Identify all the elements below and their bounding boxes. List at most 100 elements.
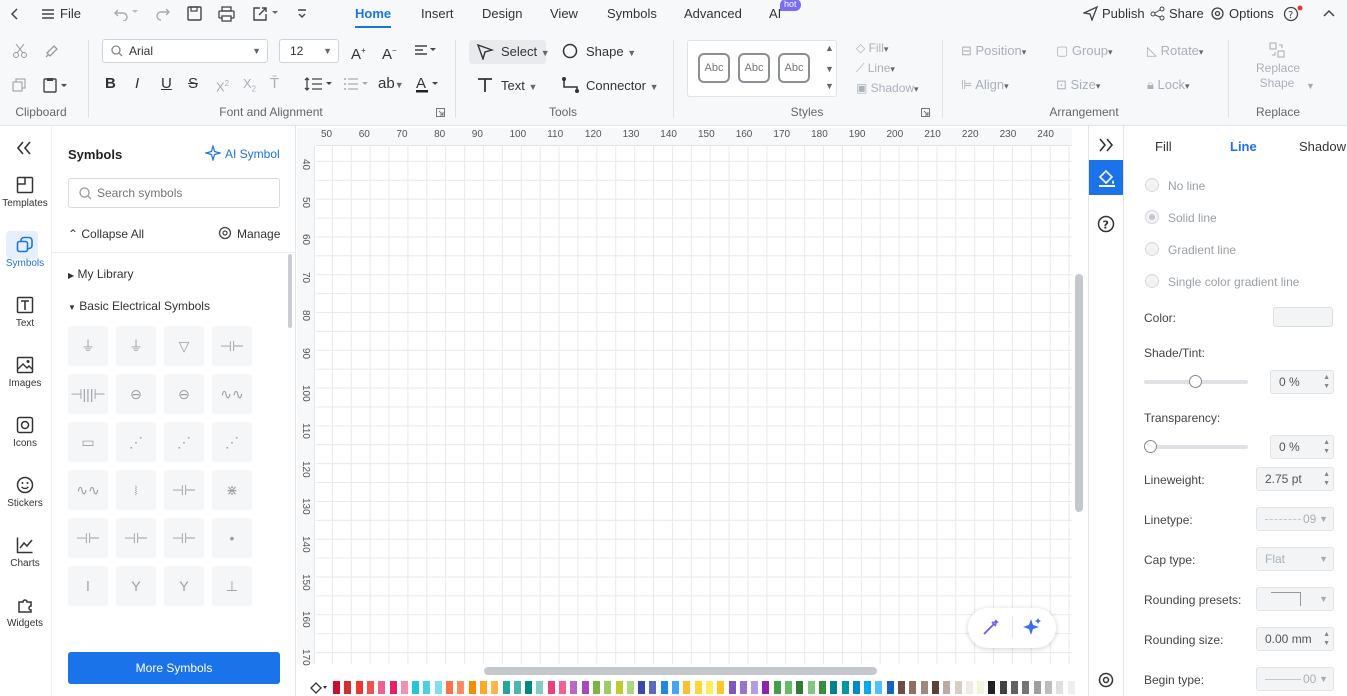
color-picker[interactable] [1273,307,1333,327]
electrical-symbol-item[interactable]: ⊖ [164,374,204,414]
horizontal-scrollbar[interactable] [484,667,877,675]
lock-button[interactable]: 🔒︎ Lock▾ [1147,75,1190,96]
color-swatch[interactable] [592,681,600,694]
align-button[interactable]: ⊫ Align▾ [961,75,1009,96]
electrical-symbol-item[interactable]: ⊣|||⊢ [68,374,108,414]
color-swatch[interactable] [446,681,453,694]
sidebar-item-text[interactable]: Text [0,296,50,329]
group-button[interactable]: ▢ Group▾ [1056,41,1113,62]
strikethrough-icon[interactable]: S [188,74,198,94]
print-icon[interactable] [218,6,235,22]
color-swatch[interactable] [1044,681,1052,694]
color-swatch[interactable] [366,681,374,694]
collapse-all-button[interactable]: ⌃ Collapse All [68,227,144,241]
save-icon[interactable] [187,6,202,21]
rounding-size-field[interactable]: 0.00 mm ▲ ▼ [1256,627,1334,651]
line-spacing-icon[interactable] [304,77,332,91]
color-swatch[interactable] [355,681,363,694]
no-line-radio[interactable] [1145,178,1159,192]
tab-shadow[interactable]: Shadow [1299,139,1346,154]
color-swatch[interactable] [1011,681,1018,694]
color-swatch[interactable] [988,681,996,694]
copy-icon[interactable] [12,78,26,92]
position-button[interactable]: ⊟ Position▾ [961,41,1026,62]
electrical-symbol-item[interactable]: Y [164,566,204,606]
search-symbols-input[interactable] [97,184,267,202]
paste-dropdown-icon[interactable] [61,84,67,88]
color-swatch[interactable] [1022,681,1030,694]
electrical-symbol-item[interactable]: ⋇ [212,470,252,510]
tab-symbols[interactable]: Symbols [607,0,657,28]
sidebar-item-symbols[interactable]: Symbols [0,236,50,269]
fill-button[interactable]: ◇ Fill▾ [856,38,888,59]
collapse-panel-icon[interactable] [16,141,32,155]
replace-shape-button[interactable]: Replace Shape [1256,61,1300,91]
color-swatch[interactable] [559,681,566,694]
color-swatch[interactable] [672,681,679,694]
size-button[interactable]: ⊡ Size▾ [1056,75,1100,96]
color-swatch[interactable] [751,681,759,694]
color-swatch[interactable] [683,681,691,694]
color-swatch[interactable] [965,681,973,694]
decrease-font-icon[interactable]: A− [382,41,397,65]
manage-button[interactable]: Manage [237,227,280,241]
export-dropdown-icon[interactable] [272,11,278,15]
color-swatch[interactable] [649,681,657,694]
expand-panel-icon[interactable] [1098,138,1114,152]
format-painter-icon[interactable] [44,43,60,59]
electrical-symbol-item[interactable]: ⊖ [116,374,156,414]
electrical-symbol-item[interactable]: ⊥ [212,566,252,606]
color-swatch[interactable] [626,681,634,694]
color-swatch[interactable] [943,681,951,694]
color-swatch[interactable] [1067,681,1075,694]
italic-icon[interactable]: I [135,74,139,94]
color-swatch[interactable] [762,681,770,694]
drawing-grid[interactable] [316,146,1072,664]
expand-styles-icon[interactable] [921,108,930,117]
shadow-button[interactable]: ▣ Shadow▾ [856,78,919,99]
more-symbols-button[interactable]: More Symbols [68,652,280,684]
gallery-more-icon[interactable]: ▼ [825,81,834,91]
electrical-symbol-item[interactable]: ⏚ [116,326,156,366]
ai-symbol-button[interactable]: AI Symbol [225,147,280,161]
color-swatch[interactable] [389,681,397,694]
cap-type-select[interactable]: Flat ▼ [1256,547,1334,571]
sidebar-item-templates[interactable]: Templates [0,176,50,209]
text-tool-button[interactable]: Text ▼ [501,76,537,97]
electrical-symbol-item[interactable]: ⊣⊢ [164,518,204,558]
tab-home[interactable]: Home [355,0,392,28]
color-swatch[interactable] [536,681,544,694]
color-swatch[interactable] [344,681,352,694]
electrical-symbol-item[interactable]: ▭ [68,422,108,462]
color-swatch[interactable] [615,681,623,694]
rounding-presets-select[interactable]: ▼ [1256,587,1334,611]
color-swatch[interactable] [931,681,939,694]
lineweight-field[interactable]: 2.75 pt ▲ ▼ [1256,467,1334,491]
line-button[interactable]: ⟋ Line▾ [856,58,895,79]
tab-view[interactable]: View [550,0,578,28]
expand-font-icon[interactable] [436,108,445,117]
collapse-ribbon-icon[interactable] [1323,8,1335,18]
color-swatch[interactable] [525,681,533,694]
gradient-line-radio[interactable] [1145,242,1159,256]
electrical-symbol-item[interactable]: • [212,518,252,558]
electrical-symbol-item[interactable]: ⊣⊢ [164,470,204,510]
shape-tool-button[interactable]: Shape ▼ [586,42,636,63]
color-swatch[interactable] [400,681,408,694]
color-swatch[interactable] [818,681,826,694]
replace-dropdown-icon[interactable]: ▼ [1306,81,1315,91]
vertical-scrollbar[interactable] [1075,274,1083,512]
redo-icon[interactable] [155,6,171,22]
color-swatch[interactable] [479,681,487,694]
color-swatch[interactable] [502,681,510,694]
undo-icon[interactable] [113,7,129,21]
color-swatch[interactable] [864,681,872,694]
electrical-symbol-item[interactable]: Y [116,566,156,606]
color-swatch[interactable] [1056,681,1064,694]
file-menu[interactable]: File [60,0,81,28]
color-swatch[interactable] [717,681,725,694]
transparency-slider[interactable] [1144,440,1248,453]
superscript-icon[interactable]: X2 [216,74,229,97]
hamburger-menu-icon[interactable] [41,7,55,21]
color-swatch[interactable] [434,681,442,694]
